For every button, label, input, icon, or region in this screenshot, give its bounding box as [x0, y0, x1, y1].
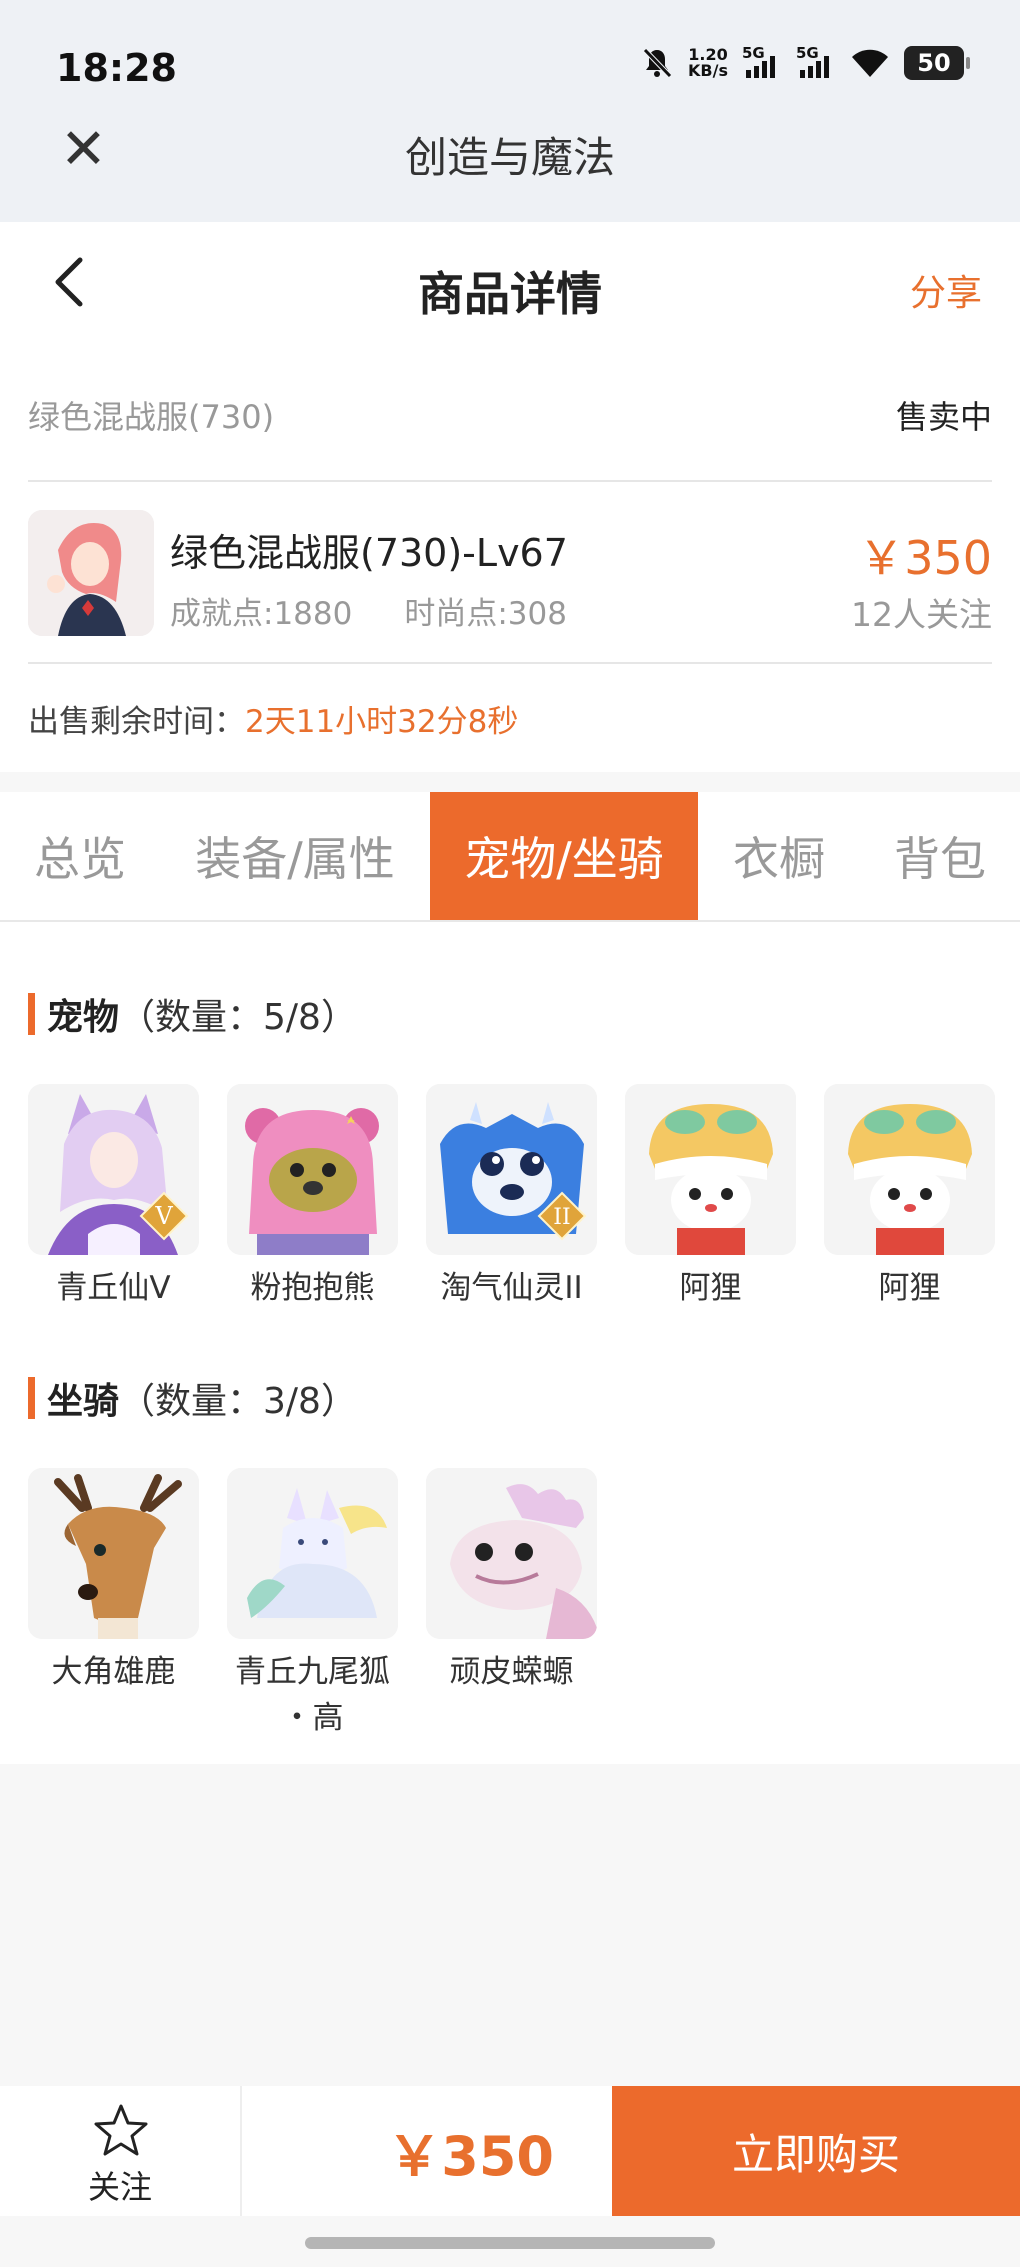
timer-label: 出售剩余时间： [28, 704, 245, 740]
pet-name: 阿狸 [679, 1270, 742, 1306]
rank-badge-icon: II [537, 1191, 587, 1241]
mount-name-line: ・高 [281, 1700, 344, 1736]
tab-pets-mounts[interactable]: 宠物/坐骑 [430, 792, 698, 920]
follower-count: 12人关注 [851, 595, 992, 634]
signal-5g-icon: 5G [796, 44, 836, 78]
product-stats: 成就点:1880 时尚点:308 [170, 588, 567, 633]
signal-label: 5G [742, 44, 765, 62]
section-accent-bar [28, 993, 35, 1035]
status-time: 18:28 [56, 46, 177, 90]
character-avatar[interactable] [28, 510, 154, 636]
mount-name: 青丘九尾狐 ・高 [235, 1649, 390, 1741]
product-info: 绿色混战服(730) 售卖中 绿色混战服(730)-Lv67 成就点:1880 … [0, 352, 1020, 772]
home-indicator[interactable] [305, 2237, 715, 2249]
achievement-points: 成就点:1880 [170, 596, 353, 632]
pets-mounts-panel: 宠物 （数量：5/8） V 青丘仙V 粉抱抱熊 II 淘气仙灵II 阿狸 阿狸 … [0, 922, 1020, 1764]
pets-section-title: 宠物 （数量：5/8） [28, 988, 357, 1040]
divider [28, 480, 992, 482]
share-button[interactable]: 分享 [910, 264, 982, 316]
tab-bar: 总览 装备/属性 宠物/坐骑 衣橱 背包 [0, 792, 1020, 922]
page-title: 商品详情 [418, 267, 602, 321]
mounts-grid: 大角雄鹿 青丘九尾狐 ・高 顽皮蝾螈 [28, 1468, 597, 1741]
follow-label: 关注 [87, 2168, 152, 2206]
status-bar: 18:28 1.20 KB/s 5G 5G 50 [0, 0, 1020, 120]
tab-overview[interactable]: 总览 [0, 792, 160, 920]
mount-item[interactable]: 青丘九尾狐 ・高 [227, 1468, 398, 1741]
follow-button[interactable]: 关注 [0, 2086, 242, 2216]
sale-status: 售卖中 [895, 398, 992, 436]
fashion-points: 时尚点:308 [404, 596, 567, 632]
mounts-title: 坐骑 [47, 1381, 120, 1422]
product-name-row: 绿色混战服(730) 售卖中 [28, 392, 992, 438]
rank-badge-icon: V [139, 1191, 189, 1241]
pet-item[interactable]: 阿狸 [824, 1084, 995, 1311]
svg-text:II: II [553, 1205, 570, 1230]
page-header: 商品详情 分享 [0, 222, 1020, 352]
pink-bear-icon[interactable] [227, 1084, 398, 1255]
mount-item[interactable]: 大角雄鹿 [28, 1468, 199, 1741]
deer-icon[interactable] [28, 1468, 199, 1639]
net-speed-unit: KB/s [688, 61, 728, 80]
product-price: ￥350 [858, 531, 992, 585]
mounts-section-title: 坐骑 （数量：3/8） [28, 1372, 357, 1424]
pet-name: 青丘仙V [56, 1270, 171, 1306]
timer-value: 2天11小时32分8秒 [245, 704, 519, 740]
mounts-count: （数量：3/8） [119, 1381, 357, 1422]
blue-spirit-icon[interactable]: II [426, 1084, 597, 1255]
mount-name: 顽皮蝾螈 [449, 1654, 574, 1690]
nine-tailed-fox-icon[interactable] [227, 1468, 398, 1639]
buy-now-button[interactable]: 立即购买 [612, 2086, 1020, 2216]
total-price: ￥350 [387, 2124, 554, 2188]
webview-title: 创造与魔法 [404, 133, 615, 182]
status-icons: 1.20 KB/s 5G 5G 50 [640, 44, 970, 80]
pet-item[interactable]: 阿狸 [625, 1084, 796, 1311]
mount-name: 大角雄鹿 [51, 1654, 176, 1690]
sale-timer: 出售剩余时间：2天11小时32分8秒 [28, 696, 518, 741]
tab-equipment[interactable]: 装备/属性 [160, 792, 430, 920]
battery-icon: 50 [904, 46, 970, 80]
tab-backpack[interactable]: 背包 [860, 792, 1020, 920]
pet-item[interactable]: V 青丘仙V [28, 1084, 199, 1311]
webview-bar: ✕ 创造与魔法 [0, 120, 1020, 222]
tab-wardrobe[interactable]: 衣橱 [698, 792, 860, 920]
pets-count: （数量：5/8） [119, 997, 357, 1038]
pets-title: 宠物 [47, 997, 120, 1038]
pet-item[interactable]: II 淘气仙灵II [426, 1084, 597, 1311]
signal-5g-icon: 5G [742, 44, 782, 78]
pet-item[interactable]: 粉抱抱熊 [227, 1084, 398, 1311]
signal-label: 5G [796, 44, 819, 62]
pet-name: 淘气仙灵II [440, 1270, 583, 1306]
axolotl-icon[interactable] [426, 1468, 597, 1639]
bottom-bar: 关注 ￥350 立即购买 [0, 2086, 1020, 2216]
pets-grid: V 青丘仙V 粉抱抱熊 II 淘气仙灵II 阿狸 阿狸 [28, 1084, 995, 1311]
mute-bell-icon [643, 48, 672, 78]
section-accent-bar [28, 1377, 35, 1419]
pet-name: 阿狸 [878, 1270, 941, 1306]
product-name: 绿色混战服(730) [28, 398, 275, 436]
lion-cub-icon[interactable] [824, 1084, 995, 1255]
net-speed: 1.20 KB/s [688, 47, 728, 79]
star-icon [94, 2104, 148, 2156]
mount-item[interactable]: 顽皮蝾螈 [426, 1468, 597, 1741]
product-full-title: 绿色混战服(730)-Lv67 [170, 531, 568, 575]
wifi-icon [852, 49, 888, 77]
svg-text:V: V [154, 1202, 173, 1230]
lion-cub-icon[interactable] [625, 1084, 796, 1255]
mount-name-line: 青丘九尾狐 [235, 1654, 390, 1690]
character-portrait-icon [28, 510, 154, 636]
fox-fairy-icon[interactable]: V [28, 1084, 199, 1255]
divider [28, 662, 992, 664]
pet-name: 粉抱抱熊 [250, 1270, 375, 1306]
